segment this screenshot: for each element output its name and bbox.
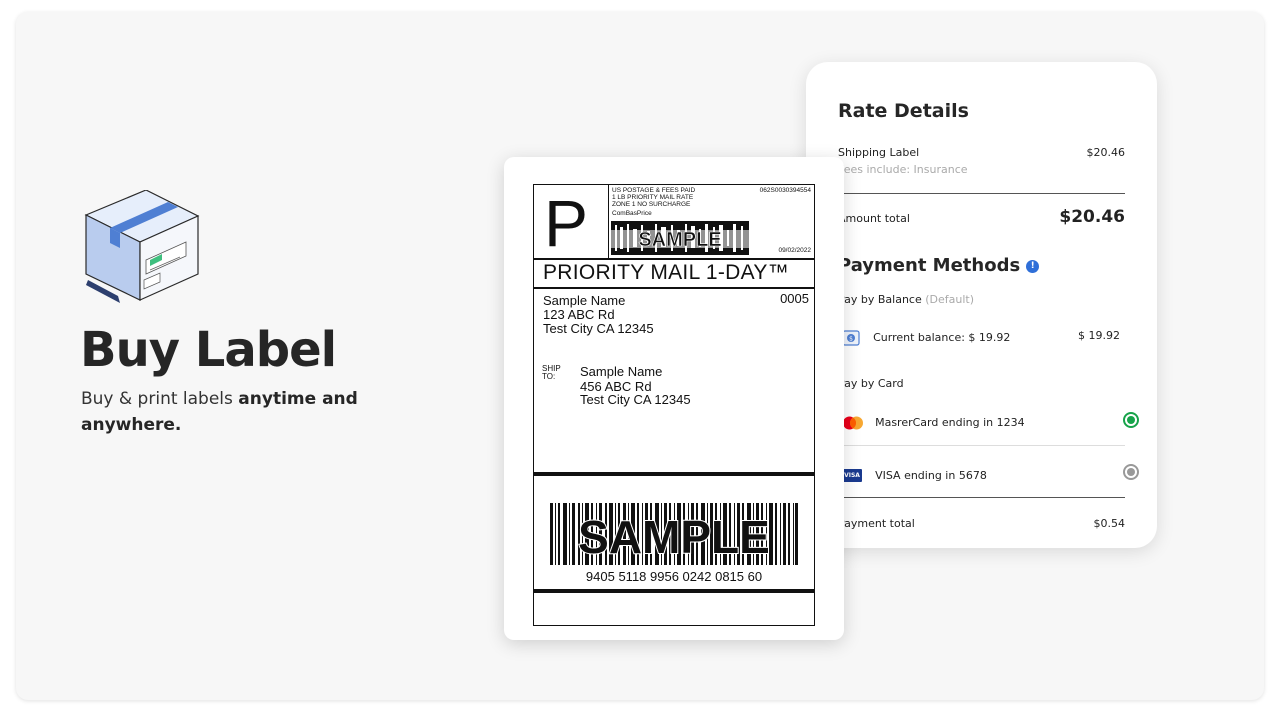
label-divider-barcode-top [534, 472, 814, 476]
postage-line-3: ZONE 1 NO SURCHARGE [612, 201, 691, 208]
shipping-label-preview: P US POSTAGE & FEES PAID 1 LB PRIORITY M… [533, 184, 815, 626]
mastercard-row[interactable]: MasrerCard ending in 1234 [842, 412, 1025, 431]
hero-subtitle: Buy & print labels anytime and anywhere. [81, 386, 371, 438]
label-date: 09/02/2022 [778, 247, 811, 254]
tracking-code: 062S0030394554 [759, 187, 811, 194]
visa-label: VISA ending in 5678 [875, 469, 987, 482]
service-letter-divider [608, 185, 609, 258]
visa-row[interactable]: VISA VISA ending in 5678 [842, 465, 987, 484]
service-letter: P [544, 186, 589, 260]
mastercard-icon [843, 416, 863, 429]
payment-methods-title-text: Payment Methods [838, 255, 1021, 276]
stage: Buy Label Buy & print labels anytime and… [16, 12, 1264, 700]
postage-2d-barcode: SAMPLE [611, 221, 749, 255]
svg-text:$: $ [849, 335, 853, 342]
hero-title: Buy Label [80, 322, 337, 378]
amount-total-value: $20.46 [1059, 207, 1125, 227]
amount-total-label: Amount total [838, 212, 910, 225]
ship-to-label: SHIP TO: [542, 364, 561, 381]
label-divider-bottom [534, 589, 814, 593]
payment-divider [838, 497, 1125, 498]
postage-line-2: 1 LB PRIORITY MAIL RATE [612, 194, 694, 201]
info-icon[interactable]: ! [1026, 259, 1040, 273]
tracking-barcode: SAMPLE [550, 503, 798, 565]
from-street: 123 ABC Rd [543, 307, 615, 322]
shipping-label-amount: $20.46 [1086, 146, 1126, 159]
pay-by-balance-heading: Pay by Balance (Default) [838, 293, 974, 306]
shipping-label-row-label: Shipping Label [838, 146, 920, 159]
pay-by-balance-label: Pay by Balance [838, 293, 922, 306]
label-divider-top [534, 258, 814, 260]
postage-line-4: ComBasPrice [612, 210, 652, 217]
tracking-number: 9405 5118 9956 0242 0815 60 [585, 569, 763, 584]
fees-note: Fees include: Insurance [838, 163, 968, 176]
to-city: Test City CA 12345 [580, 392, 691, 407]
rate-divider [838, 193, 1125, 194]
visa-radio[interactable] [1123, 464, 1139, 480]
postage-sample-watermark: SAMPLE [638, 229, 721, 251]
payment-total-value: $0.54 [1093, 517, 1126, 530]
label-divider-product [534, 287, 814, 289]
package-box-icon [84, 190, 200, 303]
product-name: PRIORITY MAIL 1-DAY™ [543, 261, 789, 284]
pay-by-card-heading: Pay by Card [838, 377, 904, 390]
balance-row[interactable]: $ Current balance: $ 19.92 [842, 327, 1010, 346]
postage-line-1: US POSTAGE & FEES PAID [612, 187, 696, 194]
hero-subtitle-plain: Buy & print labels [81, 389, 239, 409]
default-tag: (Default) [925, 293, 975, 306]
to-name: Sample Name [580, 364, 663, 379]
route-code: 0005 [780, 291, 809, 306]
rate-details-card: Rate Details Shipping Label $20.46 Fees … [806, 62, 1157, 548]
card-divider [838, 445, 1125, 446]
payment-methods-title: Payment Methods! [838, 255, 1040, 276]
from-name: Sample Name [543, 293, 626, 308]
from-city: Test City CA 12345 [543, 321, 654, 336]
rate-details-title: Rate Details [838, 100, 969, 122]
barcode-sample-watermark: SAMPLE [578, 511, 770, 563]
shipping-label-card: P US POSTAGE & FEES PAID 1 LB PRIORITY M… [504, 157, 844, 640]
visa-icon: VISA [842, 469, 862, 482]
wallet-icon: $ [842, 329, 860, 346]
current-balance-label: Current balance: $ 19.92 [873, 331, 1011, 344]
current-balance-amount: $ 19.92 [1078, 329, 1120, 342]
payment-total-label: Payment total [838, 517, 915, 530]
mastercard-label: MasrerCard ending in 1234 [875, 416, 1025, 429]
mastercard-radio[interactable] [1123, 412, 1139, 428]
